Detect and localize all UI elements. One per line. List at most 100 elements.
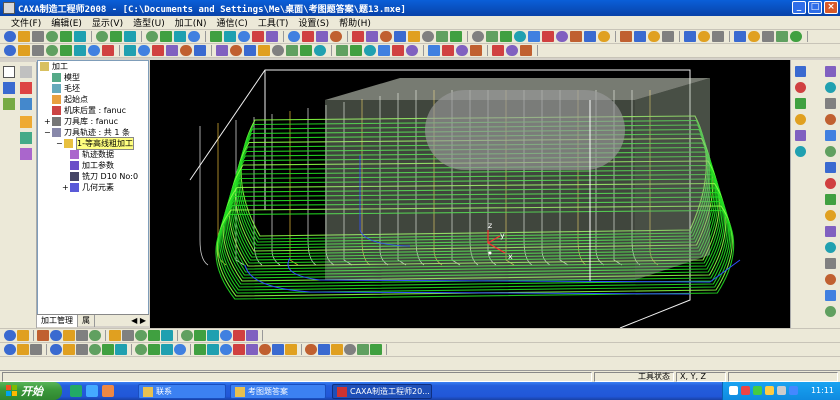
menu-tools[interactable]: 工具(T) (253, 16, 294, 29)
standard-tool-42-icon[interactable] (634, 31, 646, 42)
feature-tool-23-icon[interactable] (336, 45, 348, 56)
view-tool-1-icon[interactable] (795, 66, 806, 77)
tree-item-model[interactable]: 模型 (52, 72, 80, 83)
tray-volume-icon[interactable] (765, 386, 774, 395)
draw-tool-14-icon[interactable] (825, 274, 836, 285)
feature-tool-15-icon[interactable] (216, 45, 228, 56)
standard-tool-4-icon[interactable] (46, 31, 58, 42)
draw-tool-12-icon[interactable] (825, 242, 836, 253)
curve-tool-5-icon[interactable] (63, 330, 75, 341)
standard-tool-14-icon[interactable] (210, 31, 222, 42)
feature-tool-10-icon[interactable] (138, 45, 150, 56)
standard-tool-28-icon[interactable] (422, 31, 434, 42)
quick-launch-ie-icon[interactable] (86, 385, 98, 397)
feature-tool-22-icon[interactable] (314, 45, 326, 56)
standard-tool-27-icon[interactable] (408, 31, 420, 42)
tree-item-params[interactable]: 加工参数 (70, 160, 114, 171)
feature-tool-3-icon[interactable] (32, 45, 44, 56)
feature-tool-29-icon[interactable] (428, 45, 440, 56)
draw-tool-2-icon[interactable] (825, 82, 836, 93)
menu-view[interactable]: 显示(V) (87, 16, 128, 29)
curve-tool-2-icon[interactable] (17, 330, 29, 341)
tray-app-icon[interactable] (777, 386, 786, 395)
standard-tool-9-icon[interactable] (124, 31, 136, 42)
expand-icon[interactable]: + (44, 117, 52, 126)
feature-tool-4-icon[interactable] (46, 45, 58, 56)
tray-network-icon[interactable] (753, 386, 762, 395)
edit-tool-24-icon[interactable] (331, 344, 343, 355)
tab-machining-manager[interactable]: 加工管理 (37, 314, 78, 327)
curve-tool-1-icon[interactable] (4, 330, 16, 341)
standard-tool-22-icon[interactable] (330, 31, 342, 42)
tree-item-start-point[interactable]: 起始点 (52, 94, 88, 105)
standard-tool-45-icon[interactable] (684, 31, 696, 42)
standard-tool-32-icon[interactable] (486, 31, 498, 42)
start-button[interactable]: 开始 (0, 382, 62, 400)
draft-icon[interactable] (20, 148, 32, 160)
feature-tool-7-icon[interactable] (88, 45, 100, 56)
standard-tool-15-icon[interactable] (224, 31, 236, 42)
edit-tool-16-icon[interactable] (220, 344, 232, 355)
curve-tool-13-icon[interactable] (181, 330, 193, 341)
feature-tool-20-icon[interactable] (286, 45, 298, 56)
feature-tool-11-icon[interactable] (152, 45, 164, 56)
draw-tool-11-icon[interactable] (825, 226, 836, 237)
standard-tool-12-icon[interactable] (174, 31, 186, 42)
solid-icon[interactable] (20, 98, 32, 110)
feature-tool-24-icon[interactable] (350, 45, 362, 56)
draw-tool-6-icon[interactable] (825, 146, 836, 157)
curve-tool-14-icon[interactable] (194, 330, 206, 341)
standard-tool-19-icon[interactable] (288, 31, 300, 42)
tree-item-path-data[interactable]: 轨迹数据 (70, 149, 114, 160)
standard-tool-6-icon[interactable] (74, 31, 86, 42)
menu-machining[interactable]: 加工(N) (170, 16, 212, 29)
standard-tool-50-icon[interactable] (762, 31, 774, 42)
draw-tool-10-icon[interactable] (825, 210, 836, 221)
edit-tool-2-icon[interactable] (17, 344, 29, 355)
edit-tool-6-icon[interactable] (76, 344, 88, 355)
standard-tool-26-icon[interactable] (394, 31, 406, 42)
edit-tool-7-icon[interactable] (89, 344, 101, 355)
edit-tool-14-icon[interactable] (194, 344, 206, 355)
feature-tool-16-icon[interactable] (230, 45, 242, 56)
tree-item-machining[interactable]: 加工 (40, 61, 68, 72)
feature-tool-6-icon[interactable] (74, 45, 86, 56)
tab-scroll-arrows[interactable]: ◀ ▶ (131, 316, 149, 325)
curve-tool-16-icon[interactable] (220, 330, 232, 341)
standard-tool-16-icon[interactable] (238, 31, 250, 42)
feature-tool-18-icon[interactable] (258, 45, 270, 56)
standard-tool-39-icon[interactable] (584, 31, 596, 42)
draw-tool-1-icon[interactable] (825, 66, 836, 77)
standard-tool-40-icon[interactable] (598, 31, 610, 42)
feature-tool-34-icon[interactable] (506, 45, 518, 56)
standard-tool-36-icon[interactable] (542, 31, 554, 42)
standard-tool-11-icon[interactable] (160, 31, 172, 42)
curve-tool-6-icon[interactable] (76, 330, 88, 341)
curve-tool-7-icon[interactable] (89, 330, 101, 341)
draw-tool-5-icon[interactable] (825, 130, 836, 141)
feature-tool-26-icon[interactable] (378, 45, 390, 56)
feature-tool-35-icon[interactable] (520, 45, 532, 56)
edit-tool-15-icon[interactable] (207, 344, 219, 355)
standard-tool-44-icon[interactable] (662, 31, 674, 42)
feature-tool-14-icon[interactable] (194, 45, 206, 56)
edit-tool-10-icon[interactable] (135, 344, 147, 355)
edit-tool-27-icon[interactable] (370, 344, 382, 355)
menu-communication[interactable]: 通信(C) (212, 16, 253, 29)
edit-tool-8-icon[interactable] (102, 344, 114, 355)
feature-tool-31-icon[interactable] (456, 45, 468, 56)
edit-tool-3-icon[interactable] (30, 344, 42, 355)
view-tool-6-icon[interactable] (795, 146, 806, 157)
graphics-viewport[interactable]: zy x (150, 60, 790, 328)
feature-tool-33-icon[interactable] (492, 45, 504, 56)
sketch-icon[interactable] (3, 82, 15, 94)
standard-tool-30-icon[interactable] (450, 31, 462, 42)
standard-tool-7-icon[interactable] (96, 31, 108, 42)
tree-item-blank[interactable]: 毛坯 (52, 83, 80, 94)
feature-tool-5-icon[interactable] (60, 45, 72, 56)
curve-tool-8-icon[interactable] (109, 330, 121, 341)
tree-item-operation[interactable]: −1-等高线粗加工 (56, 137, 134, 150)
standard-tool-24-icon[interactable] (366, 31, 378, 42)
draw-tool-15-icon[interactable] (825, 290, 836, 301)
standard-tool-25-icon[interactable] (380, 31, 392, 42)
